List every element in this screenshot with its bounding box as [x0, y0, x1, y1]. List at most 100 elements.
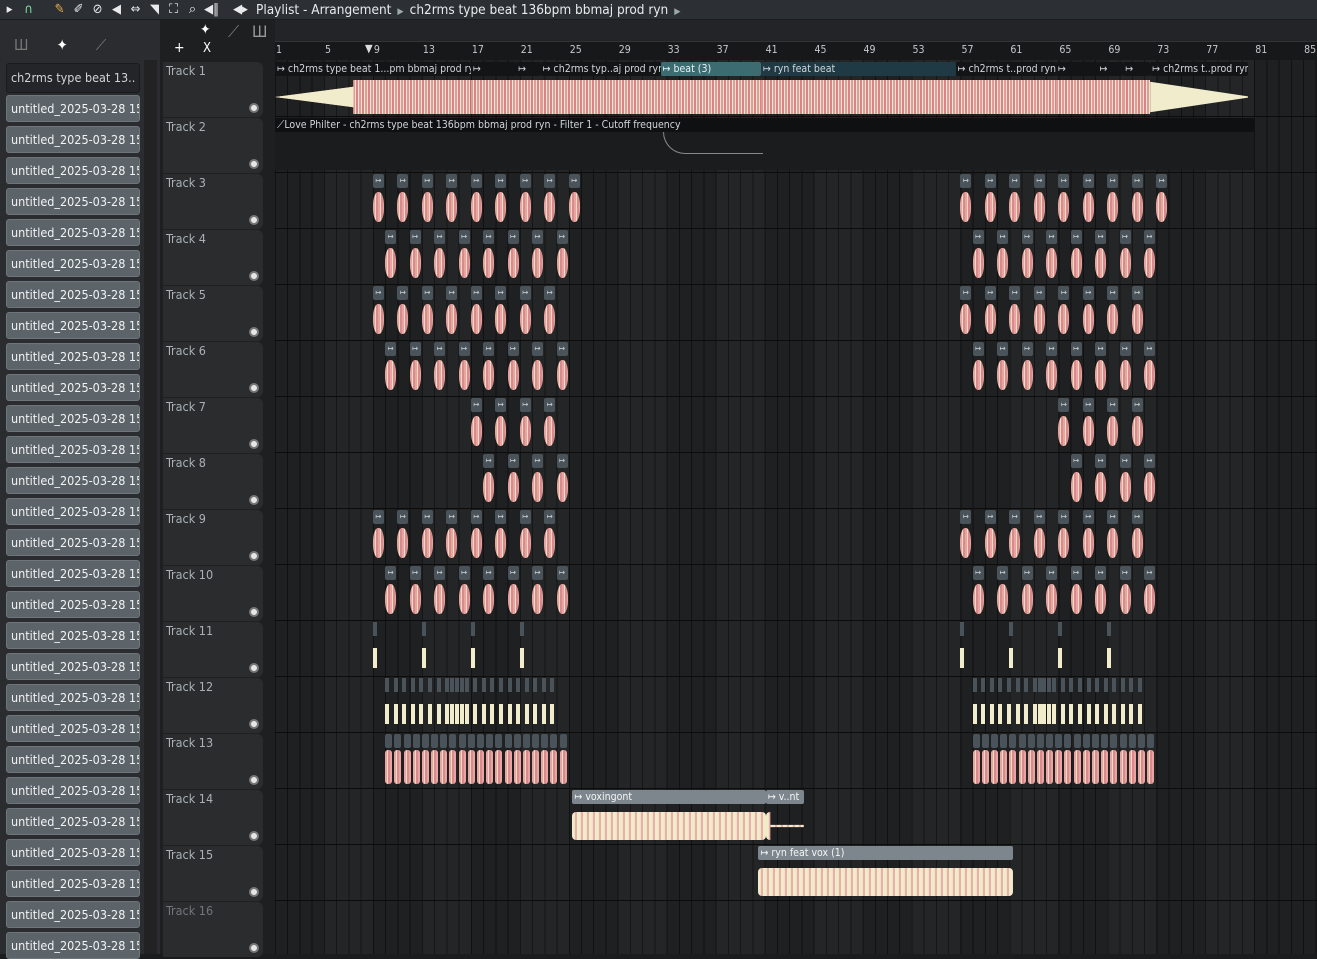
pattern-clip-tag[interactable]: ↦ — [1107, 398, 1119, 412]
hit-clip[interactable] — [372, 622, 377, 674]
pattern-clip[interactable] — [431, 734, 439, 786]
hit-clip[interactable] — [1042, 678, 1047, 730]
hit-clip[interactable] — [516, 678, 521, 730]
pattern-clip-tag[interactable] — [972, 734, 980, 748]
picker-item[interactable]: untitled_2025-03-28 15-.. — [6, 591, 140, 618]
pattern-clip-tag[interactable]: ↦ — [458, 566, 470, 580]
pattern-clip[interactable]: ↦ — [532, 454, 544, 506]
pattern-clip-tag[interactable]: ↦ — [385, 342, 397, 356]
pattern-clip-tag[interactable]: ↦ — [519, 398, 531, 412]
pattern-clip[interactable]: ↦ — [495, 510, 507, 562]
pattern-clip[interactable]: ↦ — [544, 286, 556, 338]
audio-clip[interactable]: ↦ ryn feat beat — [760, 62, 956, 116]
audio-clip[interactable]: ↦ — [516, 62, 541, 116]
pattern-clip[interactable]: ↦ — [1046, 566, 1058, 618]
pattern-clip[interactable] — [458, 734, 467, 786]
pattern-clip[interactable] — [1119, 734, 1128, 786]
pattern-clip[interactable]: ↦ — [1119, 454, 1132, 506]
pattern-clip-tag[interactable]: ↦ — [1095, 454, 1107, 468]
pattern-clip-tag[interactable]: ↦ — [446, 174, 458, 188]
pattern-clip-tag[interactable]: ↦ — [1021, 230, 1033, 244]
pattern-clip-tag[interactable]: ↦ — [1119, 454, 1131, 468]
pattern-clip-tag[interactable] — [431, 734, 439, 748]
pattern-clip-tag[interactable]: ↦ — [470, 510, 482, 524]
pattern-clip-tag[interactable] — [981, 734, 989, 748]
track-header[interactable]: Track 13 — [163, 734, 263, 789]
clip-menu-icon[interactable]: ↦ — [760, 847, 771, 859]
pattern-clip[interactable] — [559, 734, 568, 786]
pattern-clip[interactable] — [1027, 734, 1036, 786]
picker-item[interactable]: untitled_2025-03-28 15-.. — [6, 498, 140, 525]
pattern-clip-tag[interactable]: ↦ — [519, 510, 531, 524]
pattern-clip[interactable]: ↦ — [1095, 454, 1107, 506]
hit-clip[interactable] — [550, 678, 555, 730]
pattern-clip[interactable] — [1092, 734, 1100, 786]
picker-item[interactable]: untitled_2025-03-28 15-.. — [6, 622, 140, 649]
pattern-clip-tag[interactable]: ↦ — [434, 230, 446, 244]
pattern-clip[interactable] — [991, 734, 999, 786]
pattern-clip[interactable]: ↦ — [1033, 510, 1046, 562]
pattern-clip[interactable] — [541, 734, 549, 786]
pattern-clip-tag[interactable]: ↦ — [1095, 342, 1107, 356]
track-mute-toggle[interactable] — [249, 607, 259, 617]
pattern-clip[interactable]: ↦ — [532, 230, 544, 282]
pattern-clip[interactable]: ↦ — [495, 398, 507, 450]
pattern-clip-tag[interactable] — [1018, 734, 1026, 748]
pattern-clip[interactable] — [412, 734, 421, 786]
pattern-clip-tag[interactable] — [541, 734, 549, 748]
track-mute-toggle[interactable] — [249, 551, 259, 561]
hit-clip[interactable] — [1137, 678, 1142, 730]
pattern-clip-tag[interactable]: ↦ — [458, 342, 470, 356]
pattern-clip[interactable] — [1018, 734, 1027, 786]
track-mute-toggle[interactable] — [249, 383, 259, 393]
hit-clip[interactable] — [989, 678, 994, 730]
pattern-clip-tag[interactable] — [1027, 734, 1035, 748]
pattern-clip-tag[interactable]: ↦ — [1070, 566, 1082, 580]
pattern-clip[interactable]: ↦ — [470, 286, 483, 338]
automation-filter-icon[interactable]: ⟋ — [96, 36, 107, 54]
clip-menu-icon[interactable]: ↦ — [763, 63, 774, 75]
clip-menu-icon[interactable]: ↦ — [1125, 63, 1133, 75]
clip-menu-icon[interactable]: ↦ — [277, 63, 288, 75]
audio-clip[interactable]: ↦ — [470, 62, 517, 116]
pattern-clip-tag[interactable]: ↦ — [1009, 174, 1021, 188]
track-header[interactable]: Track 9 — [163, 510, 263, 565]
pattern-clip[interactable] — [1110, 734, 1118, 786]
pattern-clip-tag[interactable]: ↦ — [1082, 510, 1094, 524]
pattern-clip[interactable]: ↦ — [960, 510, 972, 562]
pattern-clip-tag[interactable] — [403, 734, 411, 748]
pattern-clip-tag[interactable]: ↦ — [1021, 342, 1033, 356]
pattern-clip-tag[interactable] — [532, 734, 540, 748]
pattern-clip[interactable] — [403, 734, 412, 786]
pattern-clip-tag[interactable]: ↦ — [397, 286, 409, 300]
hit-clip[interactable] — [490, 678, 495, 730]
track-mute-toggle[interactable] — [249, 271, 259, 281]
picker-item[interactable]: untitled_2025-03-28 15-.. — [6, 343, 140, 370]
automation-clip[interactable]: ⟋Love Philter - ch2rms type beat 136bpm … — [275, 118, 1255, 170]
pattern-clip[interactable] — [1064, 734, 1072, 786]
pattern-clip-tag[interactable]: ↦ — [1009, 510, 1021, 524]
pattern-clip-tag[interactable] — [412, 734, 420, 748]
pattern-clip[interactable]: ↦ — [1095, 566, 1107, 618]
pattern-clip-tag[interactable] — [495, 734, 503, 748]
pattern-clip-tag[interactable] — [421, 734, 429, 748]
pattern-clip[interactable]: ↦ — [519, 286, 532, 338]
pattern-clip-tag[interactable]: ↦ — [1131, 510, 1143, 524]
pattern-clip[interactable]: ↦ — [1070, 566, 1083, 618]
pattern-clip-tag[interactable]: ↦ — [421, 510, 433, 524]
track-name[interactable]: Track 10 — [166, 567, 213, 582]
hit-clip[interactable] — [436, 678, 441, 730]
pattern-clip[interactable]: ↦ — [519, 174, 532, 226]
picker-item[interactable]: untitled_2025-03-28 15-.. — [6, 653, 140, 680]
hit-clip[interactable] — [385, 678, 390, 730]
pattern-clip[interactable] — [449, 734, 457, 786]
pattern-clip-tag[interactable]: ↦ — [507, 342, 519, 356]
remove-button[interactable]: X — [203, 41, 211, 56]
pattern-clip[interactable]: ↦ — [1009, 510, 1021, 562]
pattern-clip-tag[interactable]: ↦ — [532, 454, 544, 468]
track-header[interactable]: Track 10 — [163, 566, 263, 621]
pattern-clip-tag[interactable] — [513, 734, 521, 748]
add-track-button[interactable]: + — [174, 40, 185, 56]
hit-clip[interactable] — [473, 678, 478, 730]
track-mute-toggle[interactable] — [249, 775, 259, 785]
